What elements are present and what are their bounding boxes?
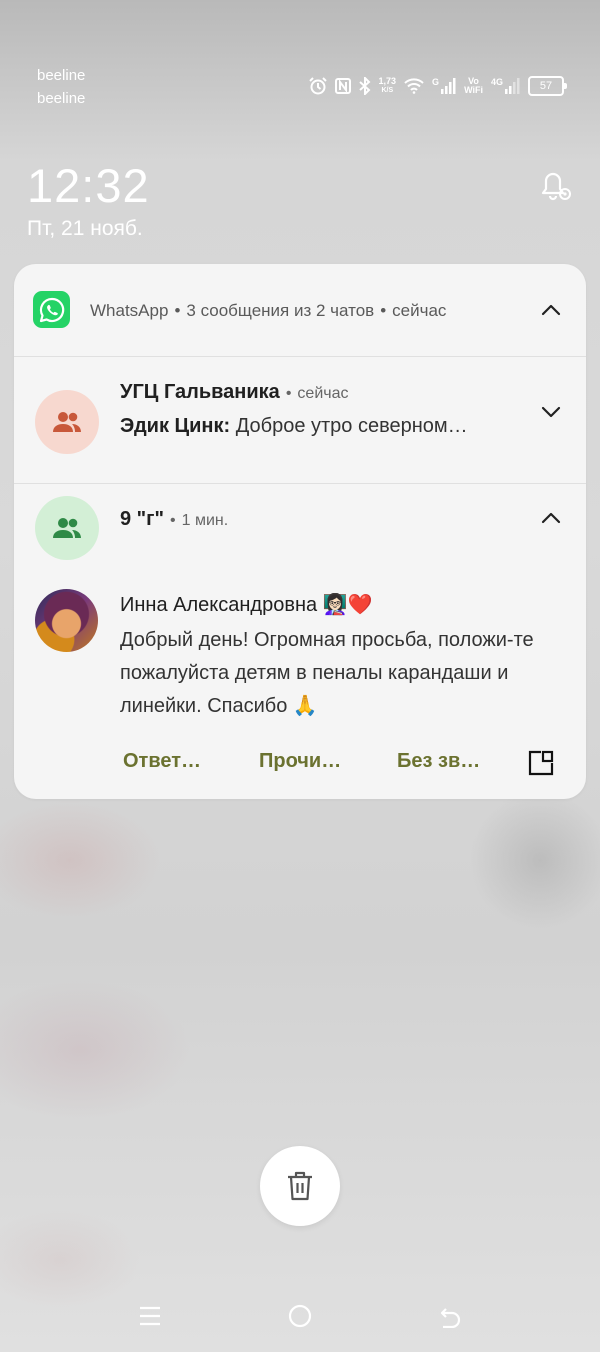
reply-button[interactable]: Ответ…	[123, 750, 201, 773]
home-circle-icon[interactable]	[288, 1304, 312, 1333]
nfc-icon	[334, 78, 351, 94]
expand-chat-chevron-down-icon[interactable]	[541, 405, 561, 423]
clear-all-button[interactable]	[260, 1146, 340, 1226]
net-speed: 1,73 K/S	[378, 76, 397, 95]
lockscreen-date: Пт, 21 нояб.	[27, 217, 143, 240]
status-icons: 1,73 K/S G Vo WiFi 4G 57	[308, 76, 567, 96]
recents-menu-icon[interactable]	[138, 1304, 162, 1333]
chat-title-9g: 9 "г" • 1 мин.	[120, 508, 229, 530]
bluetooth-icon	[358, 77, 370, 95]
carrier-label-2: beeline	[37, 90, 86, 107]
trash-icon	[288, 1171, 312, 1201]
carrier-label-1: beeline	[37, 67, 86, 84]
lockscreen-time: 12:32	[27, 159, 150, 212]
mute-button[interactable]: Без зв…	[397, 750, 480, 773]
alarm-icon	[308, 77, 327, 95]
message-text: Доброе утро северном…	[235, 415, 468, 437]
collapse-chat-chevron-up-icon[interactable]	[541, 511, 561, 529]
open-in-window-icon[interactable]	[528, 750, 554, 781]
signal-icon-2	[505, 78, 520, 94]
notification-header: WhatsApp • 3 сообщения из 2 чатов • сейчас	[90, 301, 447, 320]
message-text: Добрый день! Огромная просьба, положи-те…	[120, 629, 534, 717]
whatsapp-app-icon	[33, 291, 70, 328]
chat-preview-ugc: Эдик Цинк: Доброе утро северном…	[120, 415, 468, 438]
chat-time: 1 мин.	[181, 512, 229, 529]
message-sender: Эдик Цинк:	[120, 415, 231, 437]
chat-time: сейчас	[297, 385, 349, 402]
signal-icon-1	[441, 78, 456, 94]
net-type-g: G	[432, 77, 440, 87]
wifi-icon	[404, 78, 424, 94]
notification-time: сейчас	[392, 301, 447, 320]
battery-indicator: 57	[528, 76, 567, 96]
notification-settings-bell-icon[interactable]	[538, 166, 572, 209]
volte-wifi-badge: Vo WiFi	[464, 76, 483, 95]
chat-title-ugc: УГЦ Гальваника • сейчас	[120, 381, 349, 403]
collapse-group-chevron-up-icon[interactable]	[541, 303, 561, 321]
divider	[14, 356, 586, 357]
back-arrow-icon[interactable]	[438, 1304, 462, 1333]
app-name: WhatsApp	[90, 301, 169, 320]
group-avatar-9g	[35, 496, 99, 560]
divider	[14, 483, 586, 484]
sender-avatar-photo	[35, 589, 98, 652]
message-sender: Инна Александровна 👩🏻‍🏫❤️	[120, 594, 373, 616]
group-icon	[53, 412, 81, 432]
group-avatar-ugc	[35, 390, 99, 454]
notification-summary: 3 сообщения из 2 чатов	[186, 301, 375, 320]
mark-read-button[interactable]: Прочи…	[259, 750, 341, 773]
group-icon	[53, 518, 81, 538]
net-type-4g: 4G	[490, 77, 503, 87]
